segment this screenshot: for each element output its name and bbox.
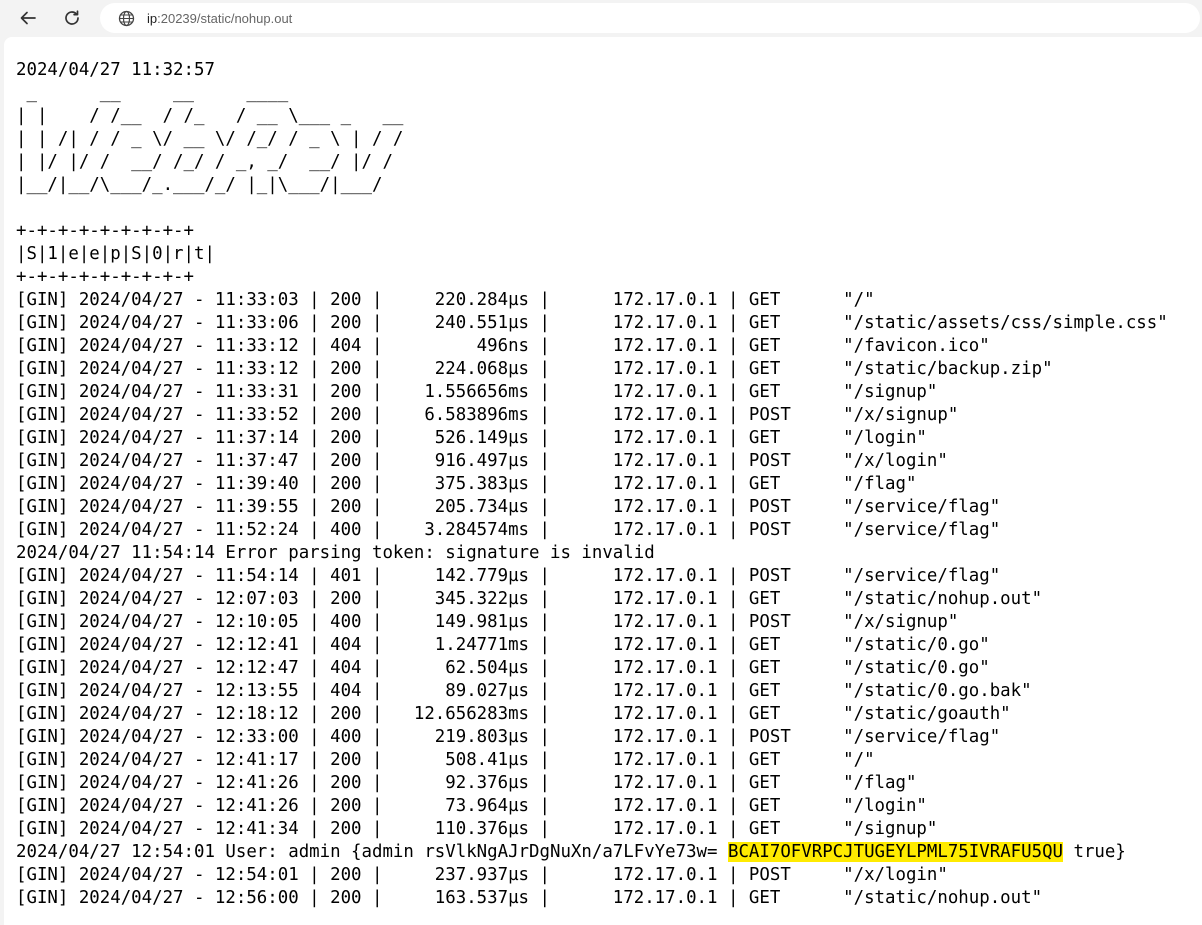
highlighted-secret: BCAI7OFVRPCJTUGEYLPML75IVRAFU5QU (727, 842, 1064, 862)
log-line-request: [GIN] 2024/04/27 - 12:07:03 | 200 | 345.… (16, 589, 1043, 609)
globe-icon (117, 9, 135, 27)
log-line-request: [GIN] 2024/04/27 - 11:33:03 | 200 | 220.… (16, 290, 875, 310)
log-start-line: 2024/04/27 11:32:57 (16, 60, 215, 80)
log-line-request: [GIN] 2024/04/27 - 11:33:52 | 200 | 6.58… (16, 405, 959, 425)
log-line-user: 2024/04/27 12:54:01 User: admin {admin r… (16, 842, 1126, 862)
page-content: 2024/04/27 11:32:57 _ __ __ ____ | | / /… (4, 37, 1202, 925)
log-line-request: [GIN] 2024/04/27 - 11:33:06 | 200 | 240.… (16, 313, 1168, 333)
log-line-request: [GIN] 2024/04/27 - 12:18:12 | 200 | 12.6… (16, 704, 1011, 724)
ascii-banner-line: | | / /__ / /_ / __ \___ _ __ (16, 106, 404, 126)
log-line-request: [GIN] 2024/04/27 - 12:10:05 | 400 | 149.… (16, 612, 959, 632)
ascii-banner-line: | | /| / / _ \/ __ \/ /_/ / _ \ | / / (16, 129, 404, 149)
log-line-request: [GIN] 2024/04/27 - 11:54:14 | 401 | 142.… (16, 566, 1001, 586)
log-line-request: [GIN] 2024/04/27 - 11:52:24 | 400 | 3.28… (16, 520, 1001, 540)
log-line-request: [GIN] 2024/04/27 - 11:33:12 | 200 | 224.… (16, 359, 1053, 379)
user-line-prefix: 2024/04/27 12:54:01 User: admin {admin r… (16, 842, 728, 862)
log-line-request: [GIN] 2024/04/27 - 12:41:26 | 200 | 92.3… (16, 773, 917, 793)
ascii-banner-line: |__/|__/\___/_.___/_/ |_|\___/|___/ (16, 175, 383, 195)
log-line-request: [GIN] 2024/04/27 - 11:39:40 | 200 | 375.… (16, 474, 917, 494)
log-line-request: [GIN] 2024/04/27 - 12:13:55 | 404 | 89.0… (16, 681, 1032, 701)
reload-button[interactable] (58, 4, 86, 32)
tag-border-top: +-+-+-+-+-+-+-+-+ (16, 221, 194, 241)
log-line-request: [GIN] 2024/04/27 - 12:56:00 | 200 | 163.… (16, 888, 1043, 908)
log-line-request: [GIN] 2024/04/27 - 12:41:26 | 200 | 73.9… (16, 796, 927, 816)
back-arrow-icon (20, 11, 36, 25)
reload-icon (65, 10, 79, 25)
log-line-request: [GIN] 2024/04/27 - 11:33:31 | 200 | 1.55… (16, 382, 938, 402)
log-output: 2024/04/27 11:32:57 _ __ __ ____ | | / /… (16, 59, 1168, 910)
log-line-request: [GIN] 2024/04/27 - 12:41:34 | 200 | 110.… (16, 819, 938, 839)
log-line-request: [GIN] 2024/04/27 - 12:33:00 | 400 | 219.… (16, 727, 1001, 747)
log-line-request: [GIN] 2024/04/27 - 12:12:41 | 404 | 1.24… (16, 635, 990, 655)
tag-border-bottom: +-+-+-+-+-+-+-+-+ (16, 267, 194, 287)
log-line-request: [GIN] 2024/04/27 - 11:37:47 | 200 | 916.… (16, 451, 948, 471)
back-button[interactable] (14, 4, 42, 32)
log-line-request: [GIN] 2024/04/27 - 11:37:14 | 200 | 526.… (16, 428, 927, 448)
address-url[interactable]: ip:20239/static/nohup.out (147, 11, 292, 26)
log-line-request: [GIN] 2024/04/27 - 12:54:01 | 200 | 237.… (16, 865, 948, 885)
url-host: ip (147, 10, 158, 26)
address-bar[interactable]: ip:20239/static/nohup.out (100, 3, 1200, 33)
log-line-request: [GIN] 2024/04/27 - 11:39:55 | 200 | 205.… (16, 497, 1001, 517)
url-path: :20239/static/nohup.out (157, 10, 293, 26)
log-line-error: 2024/04/27 11:54:14 Error parsing token:… (16, 543, 655, 563)
browser-toolbar: ip:20239/static/nohup.out (0, 0, 1202, 36)
ascii-banner: _ __ __ ____ | | / /__ / /_ / __ \___ _ … (16, 83, 403, 195)
ascii-banner-line: _ __ __ ____ (16, 83, 289, 103)
user-line-suffix: true} (1063, 842, 1126, 862)
log-line-request: [GIN] 2024/04/27 - 12:41:17 | 200 | 508.… (16, 750, 875, 770)
log-line-request: [GIN] 2024/04/27 - 11:33:12 | 404 | 496n… (16, 336, 990, 356)
ascii-banner-line: | |/ |/ / __/ /_/ / _, _/ __/ |/ / (16, 152, 393, 172)
tag-text: |S|1|e|e|p|S|0|r|t| (16, 244, 215, 264)
log-line-request: [GIN] 2024/04/27 - 12:12:47 | 404 | 62.5… (16, 658, 990, 678)
